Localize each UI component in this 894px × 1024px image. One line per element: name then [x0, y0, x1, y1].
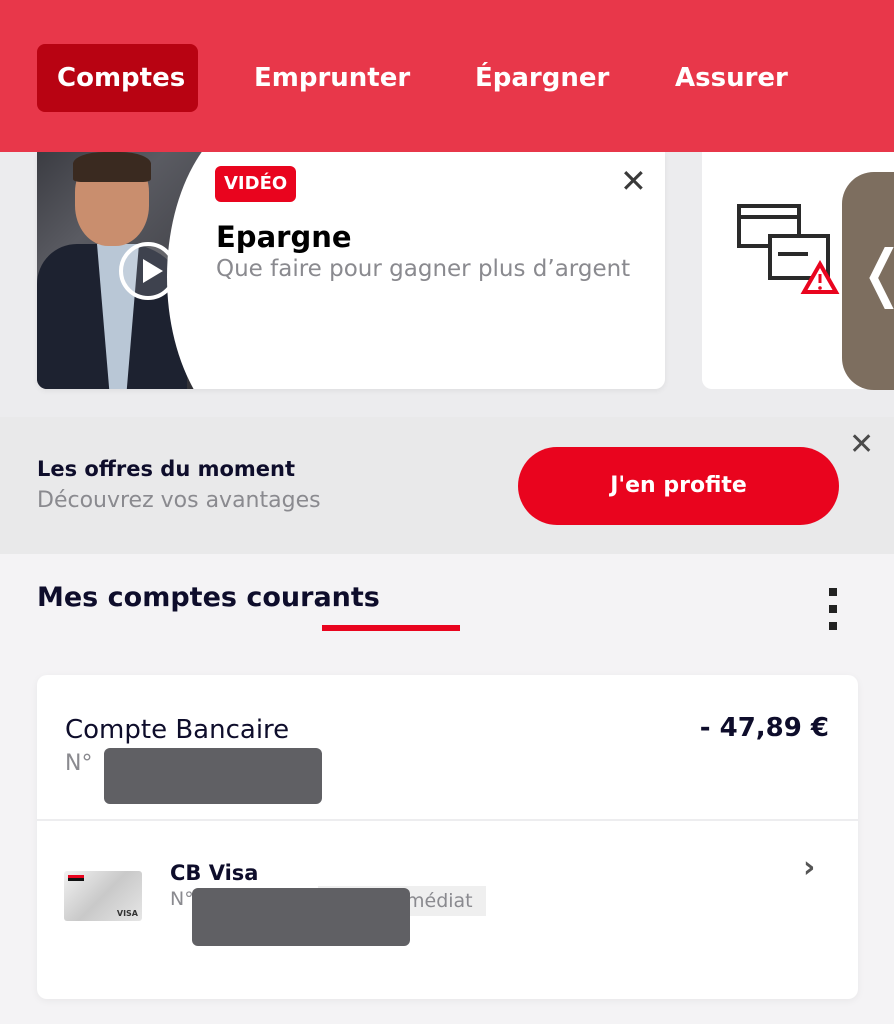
- promo-title: Epargne: [216, 220, 352, 254]
- offers-subtitle: Découvrez vos avantages: [37, 488, 321, 513]
- cards-warning-icon: [737, 204, 840, 294]
- more-vertical-icon[interactable]: [822, 588, 844, 642]
- close-icon[interactable]: ✕: [620, 164, 647, 198]
- account-card[interactable]: Compte Bancaire N° - 47,89 € VISA CB Vis…: [37, 675, 858, 999]
- chevron-left-icon: ❬: [856, 238, 894, 308]
- divider: [37, 819, 858, 821]
- bank-logo: [68, 875, 84, 881]
- visa-logo: VISA: [116, 909, 138, 918]
- chevron-right-icon[interactable]: ›: [803, 853, 815, 883]
- account-balance: - 47,89 €: [699, 713, 829, 743]
- card-number-label: N°: [170, 888, 194, 910]
- carousel-handle[interactable]: ❬: [842, 172, 894, 390]
- kebab-dot: [829, 622, 837, 630]
- play-icon[interactable]: [119, 242, 177, 300]
- kebab-dot: [829, 605, 837, 613]
- account-number-label: N°: [65, 751, 93, 776]
- top-navigation: Comptes Emprunter Épargner Assurer: [0, 0, 894, 152]
- tab-epargner[interactable]: Épargner: [475, 44, 609, 112]
- offers-title: Les offres du moment: [37, 457, 295, 481]
- person-hair: [73, 152, 151, 182]
- video-badge: VIDÉO: [215, 166, 297, 202]
- play-triangle: [143, 259, 163, 283]
- tab-emprunter[interactable]: Emprunter: [254, 44, 410, 112]
- promo-subtitle: Que faire pour gagner plus d’argent: [216, 256, 631, 282]
- video-thumbnail[interactable]: [37, 152, 227, 389]
- offers-banner: Les offres du moment Découvrez vos avant…: [0, 417, 894, 554]
- section-title: Mes comptes courants: [37, 582, 380, 613]
- video-promo-card[interactable]: VIDÉO Epargne Que faire pour gagner plus…: [37, 152, 665, 389]
- section-underline: [322, 625, 460, 631]
- close-icon[interactable]: ✕: [849, 429, 874, 461]
- account-name: Compte Bancaire: [65, 715, 290, 745]
- kebab-dot: [829, 588, 837, 596]
- visa-card-image: VISA: [64, 871, 142, 921]
- tab-assurer[interactable]: Assurer: [675, 44, 788, 112]
- account-number-redacted: [104, 748, 322, 804]
- tab-comptes[interactable]: Comptes: [37, 44, 198, 112]
- offers-cta-button[interactable]: J'en profite: [518, 447, 839, 525]
- card-name[interactable]: CB Visa: [170, 861, 258, 885]
- promo-carousel: VIDÉO Epargne Que faire pour gagner plus…: [0, 152, 894, 417]
- card-number-redacted: [192, 888, 410, 946]
